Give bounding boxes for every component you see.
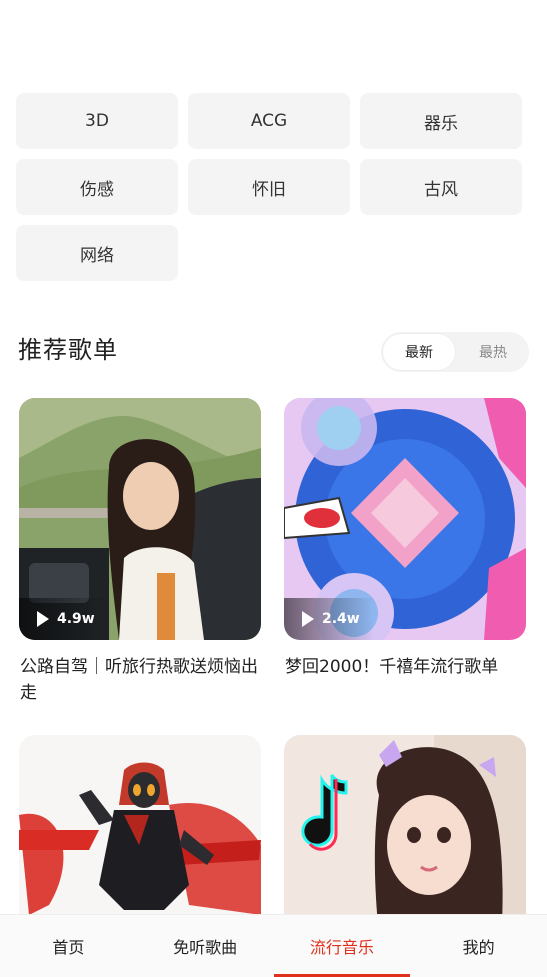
playlist-cover-image[interactable]: 4.9w (19, 398, 261, 640)
section-title: 推荐歌单 (18, 336, 118, 364)
sort-hottest-button[interactable]: 最热 (457, 334, 529, 370)
play-count: 4.9w (57, 611, 95, 627)
genre-tag-grid: 3D ACG 器乐 伤感 怀旧 古风 网络 (16, 93, 522, 281)
tag-nostalgia[interactable]: 怀旧 (188, 159, 350, 215)
nav-home[interactable]: 首页 (0, 915, 137, 977)
bottom-navigation: 首页 免听歌曲 流行音乐 我的 (0, 914, 547, 977)
tag-ancient-style[interactable]: 古风 (360, 159, 522, 215)
playlist-card[interactable]: 2.4w 梦回2000！千禧年流行歌单 (284, 398, 526, 680)
playlist-cover-image[interactable]: 2.4w (284, 398, 526, 640)
play-count: 2.4w (322, 611, 360, 627)
tag-sad[interactable]: 伤感 (16, 159, 178, 215)
tag-internet[interactable]: 网络 (16, 225, 178, 281)
play-icon (302, 611, 314, 627)
play-count-badge: 2.4w (284, 598, 374, 640)
playlist-card[interactable]: 4.9w 公路自驾｜听旅行热歌送烦恼出走 (19, 398, 261, 706)
play-count-badge: 4.9w (19, 598, 109, 640)
tag-3d[interactable]: 3D (16, 93, 178, 149)
nav-mine[interactable]: 我的 (410, 915, 547, 977)
nav-pop-music[interactable]: 流行音乐 (273, 915, 411, 977)
tag-instrumental[interactable]: 器乐 (360, 93, 522, 149)
playlist-title[interactable]: 梦回2000！千禧年流行歌单 (284, 654, 526, 680)
playlist-title[interactable]: 公路自驾｜听旅行热歌送烦恼出走 (19, 654, 261, 706)
tag-acg[interactable]: ACG (188, 93, 350, 149)
sort-newest-button[interactable]: 最新 (383, 334, 455, 370)
play-icon (37, 611, 49, 627)
sort-toggle: 最新 最热 (381, 332, 529, 372)
nav-free-listen[interactable]: 免听歌曲 (137, 915, 274, 977)
